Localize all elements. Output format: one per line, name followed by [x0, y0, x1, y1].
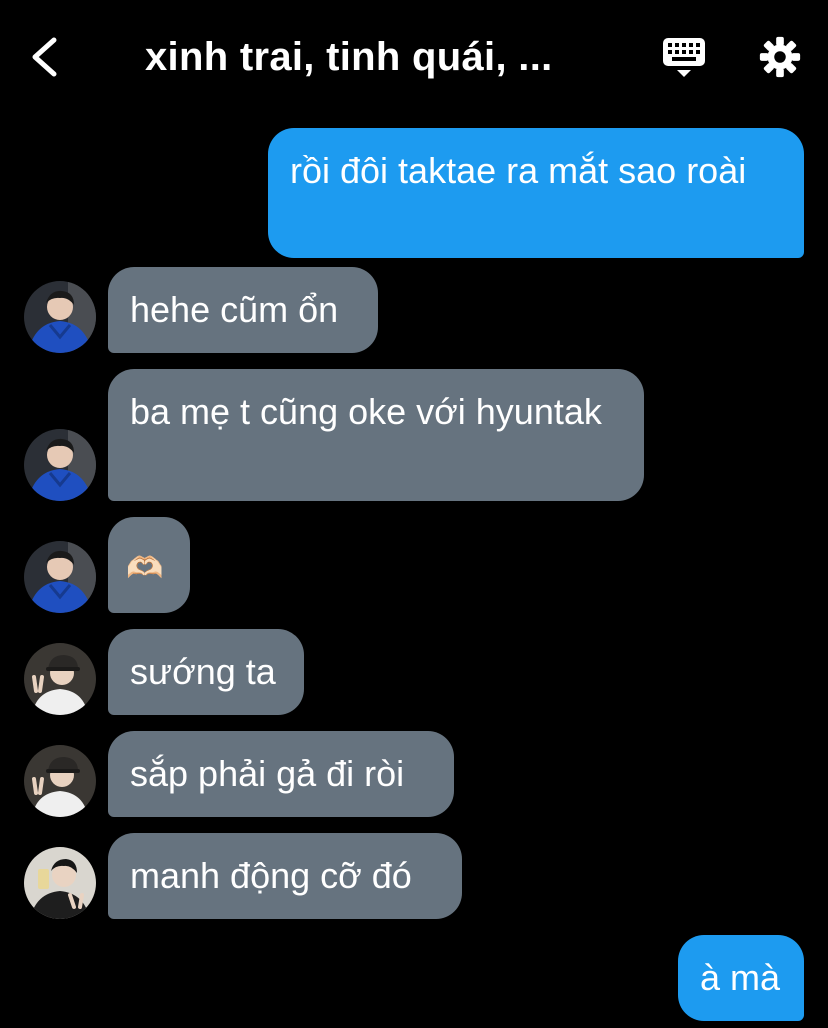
message-text: à mà	[700, 957, 781, 998]
message-text: ba mẹ t cũng oke với hyuntak	[130, 391, 602, 432]
avatar[interactable]	[24, 745, 96, 817]
message-bubble-outgoing[interactable]: rồi đôi taktae ra mắt sao roài	[268, 128, 804, 258]
message-emoji: 🫶🏻	[126, 552, 164, 585]
message-bubble-incoming[interactable]: 🫶🏻	[108, 517, 190, 613]
back-button[interactable]	[22, 30, 70, 84]
conversation-title[interactable]: xinh trai, tinh quái, ...	[145, 32, 615, 82]
message-bubble-incoming[interactable]: ba mẹ t cũng oke với hyuntak	[108, 369, 644, 501]
avatar-blue-jacket-icon	[24, 429, 96, 501]
message-text: hehe cũm ổn	[130, 289, 339, 330]
message-thread[interactable]: rồi đôi taktae ra mắt sao roài hehe cũm …	[0, 112, 828, 1028]
avatar-blue-jacket-icon	[24, 541, 96, 613]
message-bubble-incoming[interactable]: sắp phải gả đi ròi	[108, 731, 454, 817]
message-text: rồi đôi taktae ra mắt sao roài	[290, 150, 747, 191]
message-bubble-incoming[interactable]: manh động cỡ đó	[108, 833, 462, 919]
avatar-cap-peace-icon	[24, 643, 96, 715]
message-bubble-outgoing[interactable]: à mà	[678, 935, 804, 1021]
chevron-left-icon	[32, 37, 57, 77]
message-text: sướng ta	[130, 651, 276, 692]
keyboard-button[interactable]	[660, 34, 708, 82]
message-bubble-incoming[interactable]: sướng ta	[108, 629, 304, 715]
avatar-mirror-selfie-icon	[24, 847, 96, 919]
message-bubble-incoming[interactable]: hehe cũm ổn	[108, 267, 378, 353]
avatar[interactable]	[24, 643, 96, 715]
gear-icon	[759, 36, 801, 78]
avatar[interactable]	[24, 281, 96, 353]
keyboard-icon	[663, 38, 705, 77]
avatar[interactable]	[24, 429, 96, 501]
avatar-cap-peace-icon	[24, 745, 96, 817]
chat-header: xinh trai, tinh quái, ...	[0, 0, 828, 112]
avatar[interactable]	[24, 541, 96, 613]
message-text: sắp phải gả đi ròi	[130, 753, 405, 794]
avatar-blue-jacket-icon	[24, 281, 96, 353]
avatar[interactable]	[24, 847, 96, 919]
settings-button[interactable]	[756, 34, 804, 80]
message-text: manh động cỡ đó	[130, 855, 412, 896]
